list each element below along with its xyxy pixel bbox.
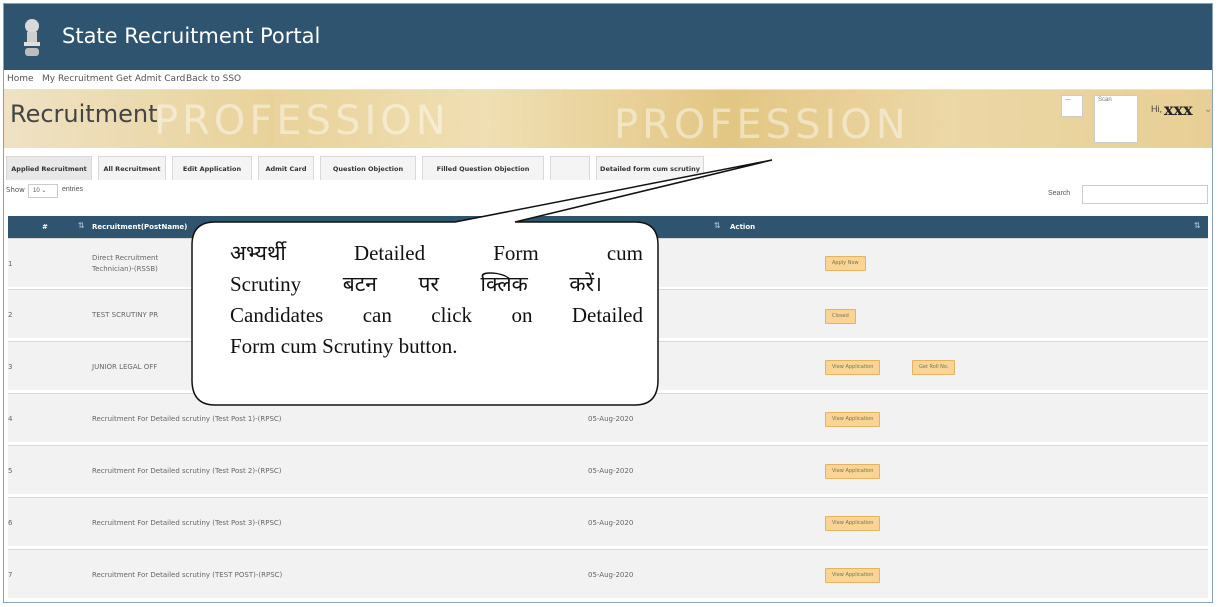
callout-line-4: Form cum Scrutiny button. bbox=[230, 334, 458, 358]
table-row: 6 Recruitment For Detailed scrutiny (Tes… bbox=[8, 497, 1208, 546]
table-row: 5 Recruitment For Detailed scrutiny (Tes… bbox=[8, 445, 1208, 494]
row-post-name: Recruitment For Detailed scrutiny (Test … bbox=[92, 467, 282, 475]
chevron-down-icon[interactable]: ⌄ bbox=[1204, 104, 1212, 115]
callout-line-3: Candidates can click on Detailed bbox=[230, 303, 643, 327]
table-row: 7 Recruitment For Detailed scrutiny (TES… bbox=[8, 549, 1208, 598]
nav-home[interactable]: Home bbox=[7, 74, 34, 84]
app-title: State Recruitment Portal bbox=[62, 24, 321, 48]
entries-select[interactable]: 10 ⌄ bbox=[28, 184, 58, 198]
tab-question-objection[interactable]: Question Objection bbox=[320, 156, 416, 180]
nav-get-admit-card[interactable]: Get Admit Card bbox=[116, 74, 185, 84]
tab-edit-application[interactable]: Edit Application bbox=[172, 156, 252, 180]
closed-button[interactable]: Closed bbox=[825, 309, 856, 324]
row-number: 5 bbox=[8, 467, 13, 475]
nav-my-recruitment[interactable]: My Recruitment bbox=[42, 74, 113, 84]
tab-admit-card[interactable]: Admit Card bbox=[258, 156, 314, 180]
row-date: 05-Aug-2020 bbox=[588, 571, 634, 579]
callout-text: अभ्यर्थी Detailed Form cum Scrutiny बटन … bbox=[230, 238, 643, 362]
callout-line-1: अभ्यर्थी Detailed Form cum bbox=[230, 241, 643, 265]
top-nav: Home My Recruitment Get Admit Card Back … bbox=[4, 70, 1212, 90]
greeting-label: Hi, bbox=[1151, 104, 1162, 114]
view-application-button[interactable]: View Application bbox=[825, 412, 881, 427]
col-action[interactable]: Action bbox=[730, 223, 755, 231]
row-post-name: TEST SCRUTINY PR bbox=[92, 311, 159, 319]
row-number: 4 bbox=[8, 415, 13, 423]
get-roll-no-button[interactable]: Get Roll No. bbox=[912, 360, 956, 375]
sort-icon[interactable]: ⇅ bbox=[714, 221, 721, 230]
tab-detailed-form-cum-scrutiny[interactable]: Detailed form cum scrutiny bbox=[596, 156, 704, 180]
tab-applied-recruitment[interactable]: Applied Recruitment bbox=[6, 156, 92, 180]
apply-now-button[interactable]: Apply Now bbox=[825, 256, 866, 271]
banner-watermark: PROFESSION bbox=[614, 102, 910, 148]
tab-bar: Applied Recruitment All Recruitment Edit… bbox=[4, 156, 1212, 182]
row-number: 1 bbox=[8, 260, 13, 268]
page-title: Recruitment bbox=[10, 100, 158, 128]
row-post-name: JUNIOR LEGAL OFF bbox=[92, 363, 158, 371]
show-label: Show bbox=[6, 186, 25, 194]
banner-watermark: PROFESSION bbox=[154, 98, 450, 144]
small-field-box[interactable]: — bbox=[1061, 95, 1083, 117]
col-post-name[interactable]: Recruitment(PostName) bbox=[92, 223, 187, 231]
row-number: 7 bbox=[8, 571, 13, 579]
callout-line-2: Scrutiny बटन पर क्लिक करें। bbox=[230, 272, 602, 296]
row-date: 05-Aug-2020 bbox=[588, 415, 634, 423]
state-emblem-icon bbox=[24, 19, 40, 56]
page-banner: PROFESSION PROFESSION Recruitment — Scan… bbox=[4, 90, 1212, 148]
search-label: Search bbox=[1048, 190, 1071, 197]
search-input[interactable] bbox=[1082, 185, 1208, 204]
app-header: State Recruitment Portal bbox=[4, 4, 1212, 70]
tab-hidden[interactable] bbox=[550, 156, 590, 180]
row-number: 6 bbox=[8, 519, 13, 527]
photo-box: Scan bbox=[1094, 95, 1138, 143]
row-post-name: Direct Recruitment Technician)-(RSSB) bbox=[92, 254, 159, 273]
row-date: 05-Aug-2020 bbox=[588, 519, 634, 527]
col-number[interactable]: # bbox=[42, 223, 48, 231]
tab-filled-question-objection[interactable]: Filled Question Objection bbox=[422, 156, 544, 180]
row-post-name: Recruitment For Detailed scrutiny (TEST … bbox=[92, 571, 283, 579]
table-header: # ⇅ Recruitment(PostName) ⇅ Action ⇅ bbox=[8, 216, 1208, 238]
row-number: 2 bbox=[8, 311, 13, 319]
view-application-button[interactable]: View Application bbox=[825, 568, 881, 583]
entries-label: entries bbox=[62, 186, 84, 193]
row-post-name: Recruitment For Detailed scrutiny (Test … bbox=[92, 415, 282, 423]
row-number: 3 bbox=[8, 363, 13, 371]
sort-icon[interactable]: ⇅ bbox=[78, 221, 85, 230]
nav-back-to-sso[interactable]: Back to SSO bbox=[186, 74, 241, 84]
tab-all-recruitment[interactable]: All Recruitment bbox=[98, 156, 166, 180]
view-application-button[interactable]: View Application bbox=[825, 464, 881, 479]
sort-icon[interactable]: ⇅ bbox=[1194, 221, 1201, 230]
user-name[interactable]: xxx bbox=[1164, 100, 1193, 119]
view-application-button[interactable]: View Application bbox=[825, 516, 881, 531]
view-application-button[interactable]: View Application bbox=[825, 360, 881, 375]
table-row: 4 Recruitment For Detailed scrutiny (Tes… bbox=[8, 393, 1208, 442]
row-date: 05-Aug-2020 bbox=[588, 467, 634, 475]
row-post-name: Recruitment For Detailed scrutiny (Test … bbox=[92, 519, 282, 527]
